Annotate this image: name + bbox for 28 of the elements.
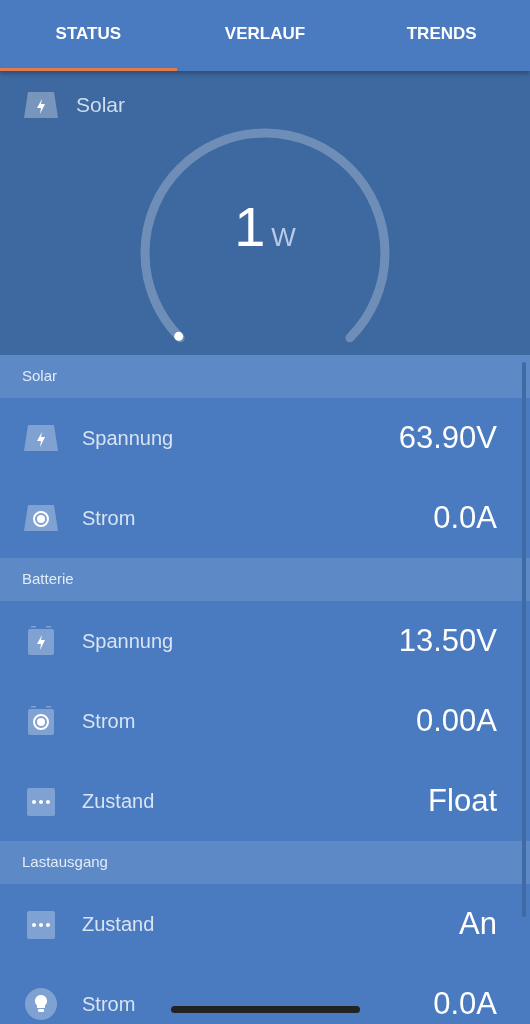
reading-value: 0.00A [416, 701, 497, 740]
gauge-title: Solar [76, 92, 126, 119]
reading-label: Zustand [82, 912, 155, 937]
light-bulb-icon [22, 987, 60, 1021]
power-unit: W [271, 222, 296, 252]
reading-label: Strom [82, 709, 136, 734]
tab[interactable]: TRENDS [353, 0, 530, 71]
reading-value: Float [428, 781, 497, 820]
reading-value: An [459, 904, 497, 943]
reading-value: 0.0A [433, 498, 497, 537]
section-header: Lastausgang [0, 841, 530, 884]
solar-panel-bolt-icon [22, 89, 60, 121]
reading-label: Spannung [82, 629, 174, 654]
reading-value: 63.90V [398, 418, 497, 457]
reading-value: 0.0A [433, 984, 497, 1023]
reading-label: Zustand [82, 789, 155, 814]
reading-value: 13.50V [398, 621, 497, 660]
solar-panel-bolt-icon [22, 422, 60, 454]
solar-panel-target-icon [22, 502, 60, 534]
home-indicator[interactable] [171, 1006, 360, 1013]
gauge-indicator [174, 331, 184, 341]
reading-label: Strom [82, 506, 136, 531]
reading-label: Spannung [82, 426, 174, 451]
reading-label: Strom [82, 992, 136, 1017]
power-value: 1 [234, 195, 266, 258]
section-header: Batterie [0, 558, 530, 601]
tab[interactable]: VERLAUF [176, 0, 354, 71]
section-header: Solar [0, 355, 530, 398]
